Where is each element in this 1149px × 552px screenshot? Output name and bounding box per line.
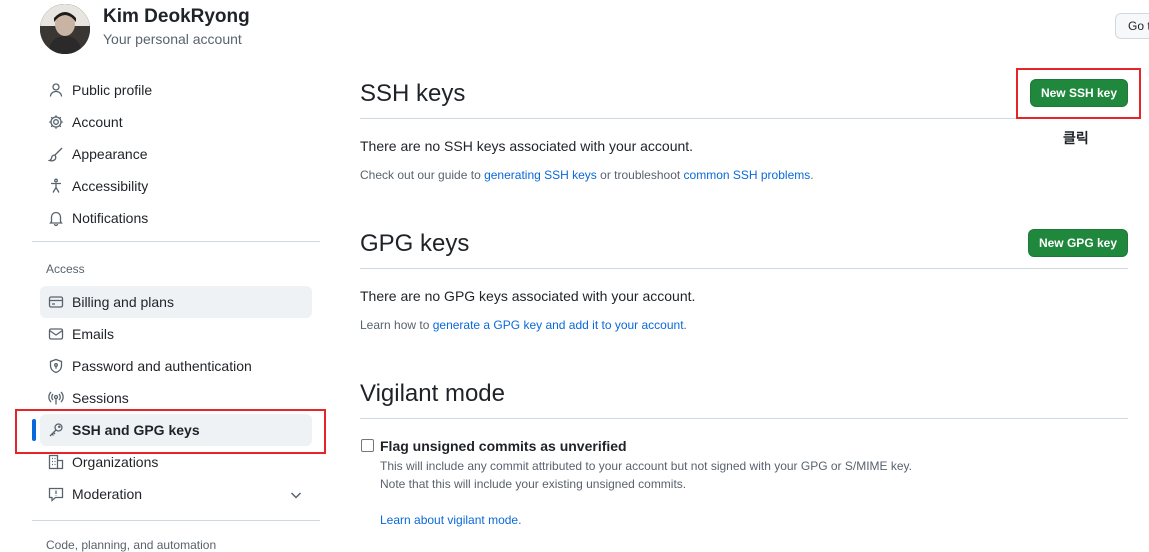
shield-lock-icon [48,358,64,374]
vigilant-desc-line1: This will include any commit attributed … [380,459,913,473]
sidebar-item-billing[interactable]: Billing and plans [40,286,312,318]
sidebar-item-notifications[interactable]: Notifications [40,202,312,234]
gpg-learn-text: Learn how to generate a GPG key and add … [360,318,687,332]
avatar-image [40,4,90,54]
ssh-guide-suffix: . [810,168,814,182]
sidebar-item-label: Emails [72,326,115,342]
avatar [40,4,90,54]
gpg-keys-heading: GPG keys [360,230,470,257]
gear-icon [48,114,64,130]
click-annotation: 클릭 [1063,130,1089,146]
common-ssh-problems-link[interactable]: common SSH problems [684,168,811,182]
report-icon [48,486,64,502]
ssh-heading-divider [360,118,1016,119]
sidebar-item-label: Account [72,114,123,130]
gpg-learn-prefix: Learn how to [360,318,433,332]
sidebar-item-label: Password and authentication [72,358,252,374]
generate-gpg-key-link[interactable]: generate a GPG key and add it to your ac… [433,318,684,332]
ssh-empty-text: There are no SSH keys associated with yo… [360,138,694,154]
gpg-empty-text: There are no GPG keys associated with yo… [360,288,696,304]
sidebar-item-account[interactable]: Account [40,106,312,138]
sidebar-item-moderation[interactable]: Moderation [40,478,312,510]
sidebar-item-label: Billing and plans [72,294,174,310]
sidebar-item-password[interactable]: Password and authentication [40,350,312,382]
vigilant-desc-line2: Note that this will include your existin… [380,477,687,491]
paintbrush-icon [48,146,64,162]
highlight-box-new-ssh-key [1016,68,1141,119]
accessibility-icon [48,178,64,194]
ssh-guide-prefix: Check out our guide to [360,168,485,182]
vigilant-heading-divider [360,418,1128,419]
person-icon [48,82,64,98]
learn-vigilant-mode-link[interactable]: Learn about vigilant mode. [380,513,521,527]
mail-icon [48,326,64,342]
new-gpg-key-button[interactable]: New GPG key [1028,229,1128,257]
sidebar-item-public-profile[interactable]: Public profile [40,74,312,106]
flag-unsigned-commits-label[interactable]: Flag unsigned commits as unverified [380,438,627,454]
gpg-learn-suffix: . [683,318,687,332]
sidebar-item-label: Moderation [72,486,143,502]
user-name[interactable]: Kim DeokRyong [103,6,250,28]
sidebar-item-emails[interactable]: Emails [40,318,312,350]
sidebar-item-label: Organizations [72,454,159,470]
chevron-down-icon[interactable] [288,487,304,503]
broadcast-icon [48,390,64,406]
ssh-keys-heading: SSH keys [360,80,466,107]
generating-ssh-keys-link[interactable]: generating SSH keys [484,168,597,182]
sidebar-item-label: Public profile [72,82,153,98]
ssh-guide-middle: or troubleshoot [596,168,684,182]
sidebar-item-appearance[interactable]: Appearance [40,138,312,170]
sidebar-item-accessibility[interactable]: Accessibility [40,170,312,202]
account-type: Your personal account [103,31,242,47]
sidebar-item-label: Notifications [72,210,149,226]
section-heading-code-planning: Code, planning, and automation [46,538,217,552]
credit-card-icon [48,294,64,310]
gpg-heading-divider [360,268,1128,269]
go-to-profile-button[interactable]: Go to [1115,13,1149,39]
flag-unsigned-commits-checkbox[interactable] [361,439,374,452]
bell-icon [48,210,64,226]
sidebar-divider [32,520,320,521]
sidebar-item-label: Accessibility [72,178,149,194]
section-heading-access: Access [46,262,85,276]
highlight-box-sidebar [15,409,326,454]
sidebar-item-label: Appearance [72,146,148,162]
organization-icon [48,454,64,470]
vigilant-mode-heading: Vigilant mode [360,380,505,407]
sidebar-item-label: Sessions [72,390,129,406]
ssh-guide-text: Check out our guide to generating SSH ke… [360,168,814,182]
sidebar-divider [32,241,320,242]
